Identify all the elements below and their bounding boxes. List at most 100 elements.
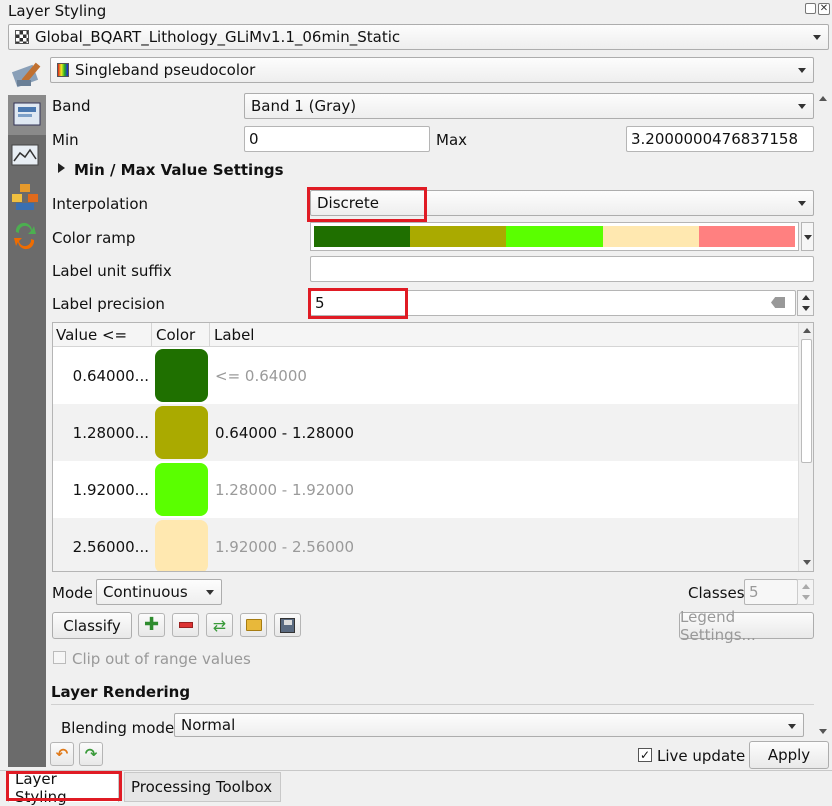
classes-label: Classes (688, 584, 745, 602)
column-header-value[interactable]: Value <= (56, 326, 127, 344)
color-ramp-label: Color ramp (52, 229, 136, 247)
band-value: Band 1 (Gray) (251, 97, 357, 115)
max-input[interactable]: 3.2000000476837158 (626, 126, 814, 152)
spin-down-icon[interactable] (802, 595, 810, 600)
undo-button[interactable]: ↶ (50, 742, 74, 766)
color-ramp-segment (314, 226, 411, 247)
table-row[interactable]: 1.28000... 0.64000 - 1.28000 (53, 404, 798, 461)
class-value[interactable]: 2.56000... (73, 538, 149, 556)
classes-input[interactable]: 5 (744, 579, 798, 605)
blending-mode-select[interactable]: Normal (174, 713, 804, 737)
save-button[interactable] (274, 613, 301, 637)
sidebar-item-rendering[interactable] (10, 182, 42, 212)
folder-icon (245, 619, 262, 631)
precision-spinner[interactable] (797, 290, 814, 316)
expand-arrow-icon[interactable] (58, 163, 65, 173)
invert-button[interactable]: ⇄ (206, 613, 233, 637)
chevron-down-icon (798, 68, 806, 73)
float-icon[interactable] (805, 3, 816, 14)
clip-checkbox[interactable] (53, 651, 66, 664)
minmax-section-header[interactable]: Min / Max Value Settings (74, 161, 284, 179)
class-label[interactable]: 1.28000 - 1.92000 (215, 481, 354, 499)
table-header: Value <= Color Label (53, 323, 798, 347)
label-precision-label: Label precision (52, 295, 165, 313)
min-label: Min (52, 131, 79, 149)
column-header-color[interactable]: Color (156, 326, 195, 344)
class-value[interactable]: 1.28000... (73, 424, 149, 442)
color-ramp-segment (506, 226, 603, 247)
table-row[interactable]: 1.92000... 1.28000 - 1.92000 (53, 461, 798, 518)
tab-processing-toolbox[interactable]: Processing Toolbox (124, 772, 281, 802)
color-ramp-button[interactable] (310, 222, 799, 251)
pseudocolor-icon (57, 63, 69, 77)
raster-layer-icon (15, 30, 29, 44)
classes-table[interactable]: Value <= Color Label 0.64000... <= 0.6400… (52, 322, 814, 572)
sidebar-item-symbology[interactable] (8, 95, 46, 135)
minus-icon (178, 622, 193, 628)
layer-rendering-header[interactable]: Layer Rendering (51, 683, 190, 701)
sidebar-item-histogram[interactable] (10, 143, 42, 173)
spin-up-icon[interactable] (802, 584, 810, 589)
interpolation-select[interactable]: Discrete (310, 190, 814, 216)
color-ramp-menu[interactable] (801, 222, 814, 251)
scroll-up-icon[interactable] (819, 96, 827, 101)
paintbrush-icon (11, 58, 46, 92)
class-color-swatch[interactable] (155, 349, 208, 402)
sidebar-item-transparency[interactable] (10, 222, 42, 252)
live-update-checkbox[interactable]: ✓ (638, 748, 652, 762)
classes-spinner[interactable] (797, 579, 814, 605)
clear-icon[interactable] (771, 297, 785, 308)
label-precision-input[interactable]: 5 (310, 290, 796, 316)
scroll-up-icon[interactable] (803, 328, 811, 333)
swap-icon: ⇄ (212, 615, 227, 635)
legend-settings-button[interactable]: Legend Settings... (679, 608, 814, 644)
scroll-down-icon[interactable] (819, 729, 827, 734)
renderer-select[interactable]: Singleband pseudocolor (50, 57, 814, 83)
remove-class-button[interactable] (172, 613, 199, 637)
label-unit-suffix-input[interactable] (310, 256, 814, 282)
live-update-label: Live update (657, 747, 746, 765)
plus-icon: ✚ (143, 614, 160, 635)
color-ramp-segment (602, 226, 699, 247)
class-color-swatch[interactable] (155, 463, 208, 516)
interpolation-value: Discrete (317, 194, 379, 212)
class-color-swatch[interactable] (155, 520, 208, 571)
table-row[interactable]: 2.56000... 1.92000 - 2.56000 (53, 518, 798, 571)
scroll-down-icon[interactable] (803, 560, 811, 565)
chevron-down-icon (813, 35, 821, 40)
chevron-down-icon (798, 104, 806, 109)
mode-select[interactable]: Continuous (96, 579, 222, 605)
min-input[interactable]: 0 (244, 126, 430, 152)
class-color-swatch[interactable] (155, 406, 208, 459)
classify-button[interactable]: Classify (52, 612, 132, 639)
apply-button[interactable]: Apply (749, 741, 829, 769)
layer-select[interactable]: Global_BQART_Lithology_GLiMv1.1_06min_St… (8, 24, 829, 50)
spin-up-icon[interactable] (802, 295, 810, 300)
load-button[interactable] (240, 613, 267, 637)
mode-value: Continuous (103, 583, 188, 601)
scrollbar-thumb[interactable] (801, 339, 812, 463)
table-scrollbar[interactable] (798, 323, 813, 571)
close-icon[interactable]: ✕ (818, 3, 830, 15)
spin-down-icon[interactable] (802, 306, 810, 311)
class-value[interactable]: 0.64000... (73, 367, 149, 385)
class-label[interactable]: 0.64000 - 1.28000 (215, 424, 354, 442)
undo-icon: ↶ (55, 745, 69, 763)
class-value[interactable]: 1.92000... (73, 481, 149, 499)
add-class-button[interactable]: ✚ (138, 613, 165, 637)
class-label[interactable]: <= 0.64000 (215, 367, 307, 385)
interpolation-label: Interpolation (52, 195, 148, 213)
panel-scrollbar[interactable] (816, 93, 830, 741)
redo-button[interactable]: ↷ (79, 742, 103, 766)
renderer-name: Singleband pseudocolor (75, 61, 256, 79)
histogram-icon (11, 144, 39, 166)
column-header-label[interactable]: Label (214, 326, 254, 344)
table-row[interactable]: 0.64000... <= 0.64000 (53, 347, 798, 404)
band-select[interactable]: Band 1 (Gray) (244, 93, 814, 119)
rendering-icon (12, 184, 38, 210)
save-icon (280, 617, 295, 633)
blending-mode-label: Blending mode (61, 719, 175, 737)
class-label[interactable]: 1.92000 - 2.56000 (215, 538, 354, 556)
tab-layer-styling[interactable]: Layer Styling (8, 770, 119, 806)
chevron-down-icon (788, 724, 796, 729)
